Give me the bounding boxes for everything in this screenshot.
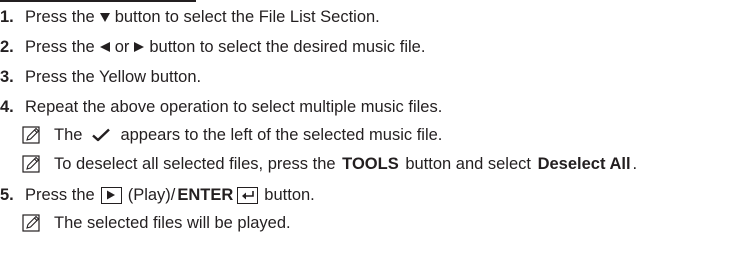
enter-label: ENTER [177,185,234,204]
note-pencil-icon [22,214,40,232]
step-text: Repeat the above operation to select mul… [25,97,443,116]
deselect-all-label: Deselect All [537,154,631,173]
play-button-icon [100,186,122,204]
note-pencil-icon [22,126,40,144]
note-text-post: appears to the left of the selected musi… [120,125,443,144]
step-text: Press the Yellow button. [25,67,202,86]
note-text-end: . [632,154,638,173]
note-text-pre: To deselect all selected files, press th… [54,154,336,173]
enter-button-icon [237,186,259,204]
step-text-post: button to select the File List Section. [114,7,380,26]
note-2: To deselect all selected files, press th… [22,152,639,176]
step-number: 3. [0,67,14,86]
step-text-mid: or [114,37,130,56]
note-text-mid: button and select [405,154,531,173]
note-pencil-icon [22,155,40,173]
down-triangle-icon [99,13,110,22]
top-rule [0,0,196,2]
play-label: (Play)/ [127,185,176,204]
note-text-pre: The [54,125,83,144]
checkmark-icon [92,128,111,142]
tools-label: TOOLS [342,154,399,173]
right-triangle-icon [134,42,145,52]
note-text: The selected files will be played. [54,213,291,232]
step-5: 5. Press the (Play)/ENTER button. [0,183,317,207]
step-text-pre: Press the [25,185,95,204]
note-3: The selected files will be played. [22,211,293,235]
note-1: The appears to the left of the selected … [22,123,444,147]
step-1: 1. Press the button to select the File L… [0,5,382,29]
step-number: 1. [0,7,14,26]
step-text-pre: Press the [25,37,95,56]
step-3: 3. Press the Yellow button. [0,65,203,89]
step-number: 2. [0,37,14,56]
left-triangle-icon [99,42,110,52]
step-number: 5. [0,185,14,204]
step-2: 2. Press the or button to select the des… [0,35,427,59]
step-text-post: button to select the desired music file. [149,37,426,56]
step-4: 4. Repeat the above operation to select … [0,95,444,119]
step-text-post: button. [264,185,315,204]
step-number: 4. [0,97,14,116]
step-text-pre: Press the [25,7,95,26]
